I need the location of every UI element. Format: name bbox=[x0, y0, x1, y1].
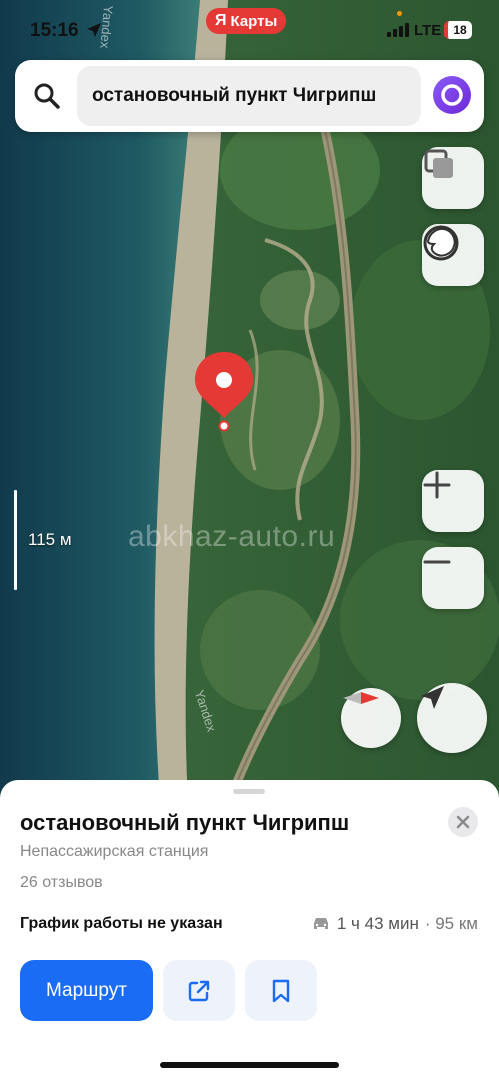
location-pin-icon[interactable] bbox=[193, 350, 255, 434]
close-button[interactable] bbox=[448, 807, 478, 837]
alice-icon bbox=[441, 84, 463, 106]
bookmark-button[interactable] bbox=[245, 960, 317, 1021]
place-category: Непассажирская станция bbox=[20, 843, 209, 860]
compass-button[interactable] bbox=[341, 688, 401, 748]
map-scale-bar bbox=[14, 490, 17, 590]
alice-assistant-button[interactable] bbox=[433, 76, 471, 114]
battery-level: 18 bbox=[453, 23, 467, 37]
home-indicator[interactable] bbox=[160, 1062, 339, 1068]
share-icon bbox=[188, 980, 210, 1001]
yandex-logo: Я bbox=[215, 12, 227, 29]
layers-icon bbox=[424, 149, 453, 178]
route-button-label: Маршрут bbox=[46, 979, 127, 1001]
sheet-drag-handle[interactable] bbox=[233, 789, 265, 794]
plus-icon bbox=[423, 471, 451, 499]
mode-circle-icon bbox=[423, 225, 459, 261]
place-title: остановочный пункт Чигрипш bbox=[20, 810, 350, 835]
location-arrow-icon bbox=[87, 23, 101, 37]
privacy-indicator-icon bbox=[397, 11, 402, 16]
map-layers-button[interactable] bbox=[422, 147, 484, 209]
route-summary[interactable]: 1 ч 43 мин · 95 км bbox=[311, 914, 478, 934]
route-time: 1 ч 43 мин bbox=[336, 914, 419, 933]
app-badge[interactable]: Я Карты bbox=[206, 8, 287, 34]
car-icon bbox=[313, 918, 328, 929]
minus-icon bbox=[423, 560, 451, 564]
compass-icon bbox=[343, 692, 379, 704]
zoom-out-button[interactable] bbox=[422, 547, 484, 609]
route-distance: · 95 км bbox=[424, 914, 478, 933]
working-hours: График работы не указан bbox=[20, 915, 223, 932]
close-icon bbox=[456, 815, 470, 829]
map-scale-label: 115 м bbox=[28, 530, 72, 549]
place-card: остановочный пункт Чигрипш Непассажирска… bbox=[0, 780, 499, 1080]
my-location-button[interactable] bbox=[417, 683, 487, 753]
battery-icon: 18 bbox=[444, 21, 472, 39]
route-button[interactable]: Маршрут bbox=[20, 960, 153, 1021]
status-time: 15:16 bbox=[30, 20, 79, 41]
app-badge-label: Карты bbox=[230, 12, 278, 30]
bookmark-icon bbox=[272, 979, 290, 1002]
search-input[interactable]: остановочный пункт Чигрипш bbox=[77, 66, 421, 126]
search-icon[interactable] bbox=[33, 82, 61, 110]
status-bar: 15:16 Я Карты LTE 18 bbox=[0, 0, 499, 60]
map-mode-button[interactable] bbox=[422, 224, 484, 286]
search-bar: остановочный пункт Чигрипш bbox=[15, 60, 484, 132]
share-button[interactable] bbox=[163, 960, 235, 1021]
network-type: LTE bbox=[414, 22, 442, 39]
navigation-arrow-icon bbox=[421, 686, 444, 709]
zoom-in-button[interactable] bbox=[422, 470, 484, 532]
signal-bars-icon bbox=[387, 23, 409, 37]
watermark: abkhaz-auto.ru bbox=[128, 520, 336, 553]
reviews-count[interactable]: 26 отзывов bbox=[20, 874, 103, 892]
